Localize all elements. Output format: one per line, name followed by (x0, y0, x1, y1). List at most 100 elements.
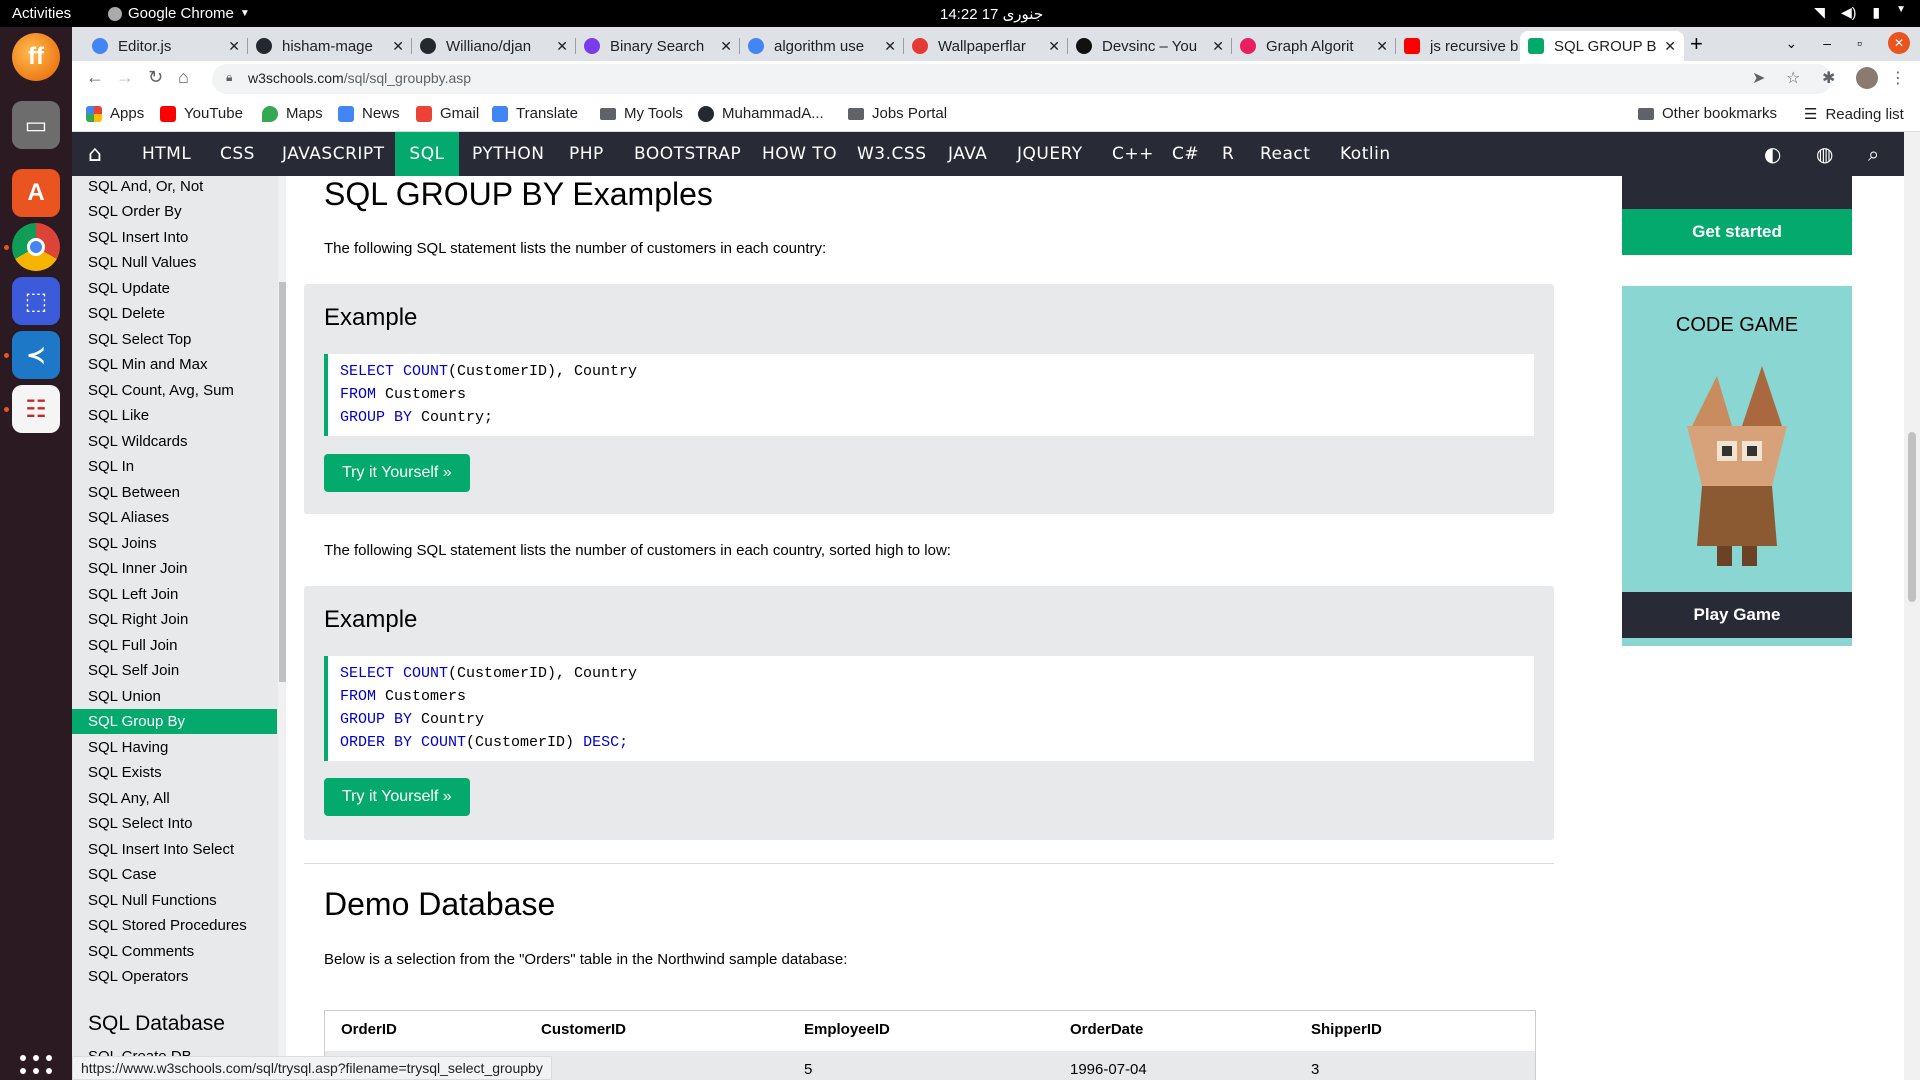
browser-tab[interactable]: Wallpaperflar ✕ (904, 31, 1068, 61)
extensions-icon[interactable]: ✱ (1822, 68, 1835, 88)
reload-icon[interactable]: ↻ (148, 67, 163, 88)
bookmark-my-tools[interactable]: My Tools (600, 105, 683, 122)
nav-bootstrap[interactable]: BOOTSTRAP (634, 132, 741, 176)
sidebar-item[interactable]: SQL Order By (88, 203, 182, 220)
bookmark-jobs-portal[interactable]: Jobs Portal (848, 105, 947, 122)
avatar[interactable] (1856, 67, 1878, 89)
nav-w3css[interactable]: W3.CSS (857, 132, 926, 176)
clock[interactable]: 14:22 17 جنوری (940, 5, 1043, 23)
tab-search-icon[interactable]: ⌄ (1786, 35, 1798, 52)
sidebar-item[interactable]: SQL Exists (88, 764, 162, 781)
nav-sql[interactable]: SQL (395, 132, 459, 176)
sidebar-item[interactable]: SQL In (88, 458, 134, 475)
sidebar-item[interactable]: SQL Joins (88, 535, 157, 552)
page-scrollbar[interactable] (1904, 132, 1920, 1080)
maximize-icon[interactable]: ▫ (1857, 35, 1862, 51)
close-icon[interactable]: ✕ (1048, 38, 1060, 55)
close-icon[interactable]: ✕ (720, 38, 732, 55)
browser-tab[interactable]: Editor.js ✕ (84, 31, 248, 61)
play-game-button[interactable]: Play Game (1622, 592, 1852, 638)
forward-icon[interactable]: → (116, 67, 134, 88)
scrollbar-thumb[interactable] (1908, 432, 1916, 602)
sidebar-item[interactable]: SQL Min and Max (88, 356, 208, 373)
sidebar-item[interactable]: SQL And, Or, Not (88, 178, 203, 195)
close-icon[interactable]: ✕ (1212, 38, 1224, 55)
close-icon[interactable]: ✕ (1376, 38, 1388, 55)
sidebar-item[interactable]: SQL Wildcards (88, 433, 187, 450)
sidebar-item[interactable]: SQL Full Join (88, 637, 177, 654)
get-started-button[interactable]: Get started (1622, 209, 1852, 255)
address-bar[interactable]: 🔒︎ w3schools.com/sql/sql_groupby.asp (212, 64, 1832, 94)
nav-html[interactable]: HTML (142, 132, 191, 176)
activities-button[interactable]: Activities (12, 5, 71, 22)
send-to-devices-icon[interactable]: ➤ (1752, 68, 1765, 88)
bookmark-youtube[interactable]: YouTube (160, 105, 243, 122)
globe-icon[interactable]: ◍ (1816, 142, 1833, 166)
nav-cpp[interactable]: C++ (1112, 132, 1154, 176)
sidebar-item[interactable]: SQL Stored Procedures (88, 917, 247, 934)
bookmark-star-icon[interactable]: ☆ (1786, 68, 1800, 88)
nav-react[interactable]: React (1260, 132, 1310, 176)
sidebar-item[interactable]: SQL Null Values (88, 254, 196, 271)
home-icon[interactable]: ⌂ (88, 142, 102, 167)
nav-how-to[interactable]: HOW TO (762, 132, 837, 176)
browser-tab[interactable]: Graph Algorit ✕ (1232, 31, 1396, 61)
browser-tab[interactable]: algorithm use ✕ (740, 31, 904, 61)
sidebar-item[interactable]: SQL Case (88, 866, 157, 883)
code-game-card[interactable]: CODE GAME Play Game (1622, 286, 1852, 646)
app-menu[interactable]: Google Chrome ▼ (108, 5, 250, 22)
sidebar-item[interactable]: SQL Null Functions (88, 892, 217, 909)
sidebar-item[interactable]: SQL Left Join (88, 586, 178, 603)
search-icon[interactable]: ⌕ (1868, 142, 1879, 166)
browser-tab[interactable]: hisham-mage ✕ (248, 31, 412, 61)
bookmark-maps[interactable]: Maps (262, 105, 323, 122)
nav-javascript[interactable]: JAVASCRIPT (282, 132, 385, 176)
screenshot-icon[interactable]: ⬚ (12, 277, 60, 325)
sidebar-item[interactable]: SQL Delete (88, 305, 165, 322)
sidebar-item[interactable]: SQL Between (88, 484, 180, 501)
sidebar-item[interactable]: SQL Select Into (88, 815, 193, 832)
show-applications-icon[interactable] (20, 1055, 52, 1080)
close-icon[interactable]: ✕ (556, 38, 568, 55)
new-tab-button[interactable]: + (1690, 31, 1703, 57)
nav-css[interactable]: CSS (220, 132, 255, 176)
sidebar-item-active[interactable]: SQL Group By (72, 709, 277, 734)
sidebar-item[interactable]: SQL Comments (88, 943, 194, 960)
sidebar-item[interactable]: SQL Insert Into (88, 229, 188, 246)
sidebar-item[interactable]: SQL Like (88, 407, 149, 424)
browser-tab-active[interactable]: SQL GROUP B ✕ (1520, 31, 1684, 61)
software-center-icon[interactable]: A (12, 169, 60, 217)
sidebar-item[interactable]: SQL Insert Into Select (88, 841, 234, 858)
chrome-icon[interactable] (12, 223, 60, 271)
nav-r[interactable]: R (1222, 132, 1234, 176)
close-icon[interactable]: ✕ (884, 38, 896, 55)
close-icon[interactable]: ✕ (228, 38, 240, 55)
sidebar-item[interactable]: SQL Having (88, 739, 168, 756)
nav-php[interactable]: PHP (569, 132, 604, 176)
try-it-yourself-button[interactable]: Try it Yourself » (324, 454, 470, 492)
nav-jquery[interactable]: JQUERY (1017, 132, 1083, 176)
bookmark-apps[interactable]: Apps (86, 105, 144, 122)
bookmark-gmail[interactable]: Gmail (416, 105, 479, 122)
document-viewer-icon[interactable]: ☷ (12, 385, 60, 433)
sidebar-item[interactable]: SQL Union (88, 688, 161, 705)
reading-list[interactable]: ☰ Reading list (1804, 105, 1904, 124)
close-icon[interactable]: ✕ (1664, 38, 1676, 55)
back-icon[interactable]: ← (86, 67, 104, 88)
nav-python[interactable]: PYTHON (472, 132, 545, 176)
vscode-icon[interactable]: ≺ (12, 331, 60, 379)
menu-icon[interactable]: ⋮ (1890, 68, 1906, 88)
other-bookmarks[interactable]: Other bookmarks (1638, 105, 1777, 122)
lock-icon[interactable]: 🔒︎ (226, 70, 232, 85)
browser-tab[interactable]: Binary Search ✕ (576, 31, 740, 61)
minimize-icon[interactable]: – (1823, 35, 1831, 51)
browser-tab[interactable]: Devsinc – You ✕ (1068, 31, 1232, 61)
bookmark-github[interactable]: MuhammadA... (698, 105, 824, 122)
nav-java[interactable]: JAVA (948, 132, 987, 176)
sidebar-item[interactable]: SQL Any, All (88, 790, 170, 807)
sidebar-item[interactable]: SQL Self Join (88, 662, 179, 679)
sidebar-item[interactable]: SQL Count, Avg, Sum (88, 382, 234, 399)
home-icon[interactable]: ⌂ (178, 67, 189, 88)
files-icon[interactable]: ▭ (12, 101, 60, 149)
dark-mode-icon[interactable]: ◐ (1764, 142, 1781, 166)
